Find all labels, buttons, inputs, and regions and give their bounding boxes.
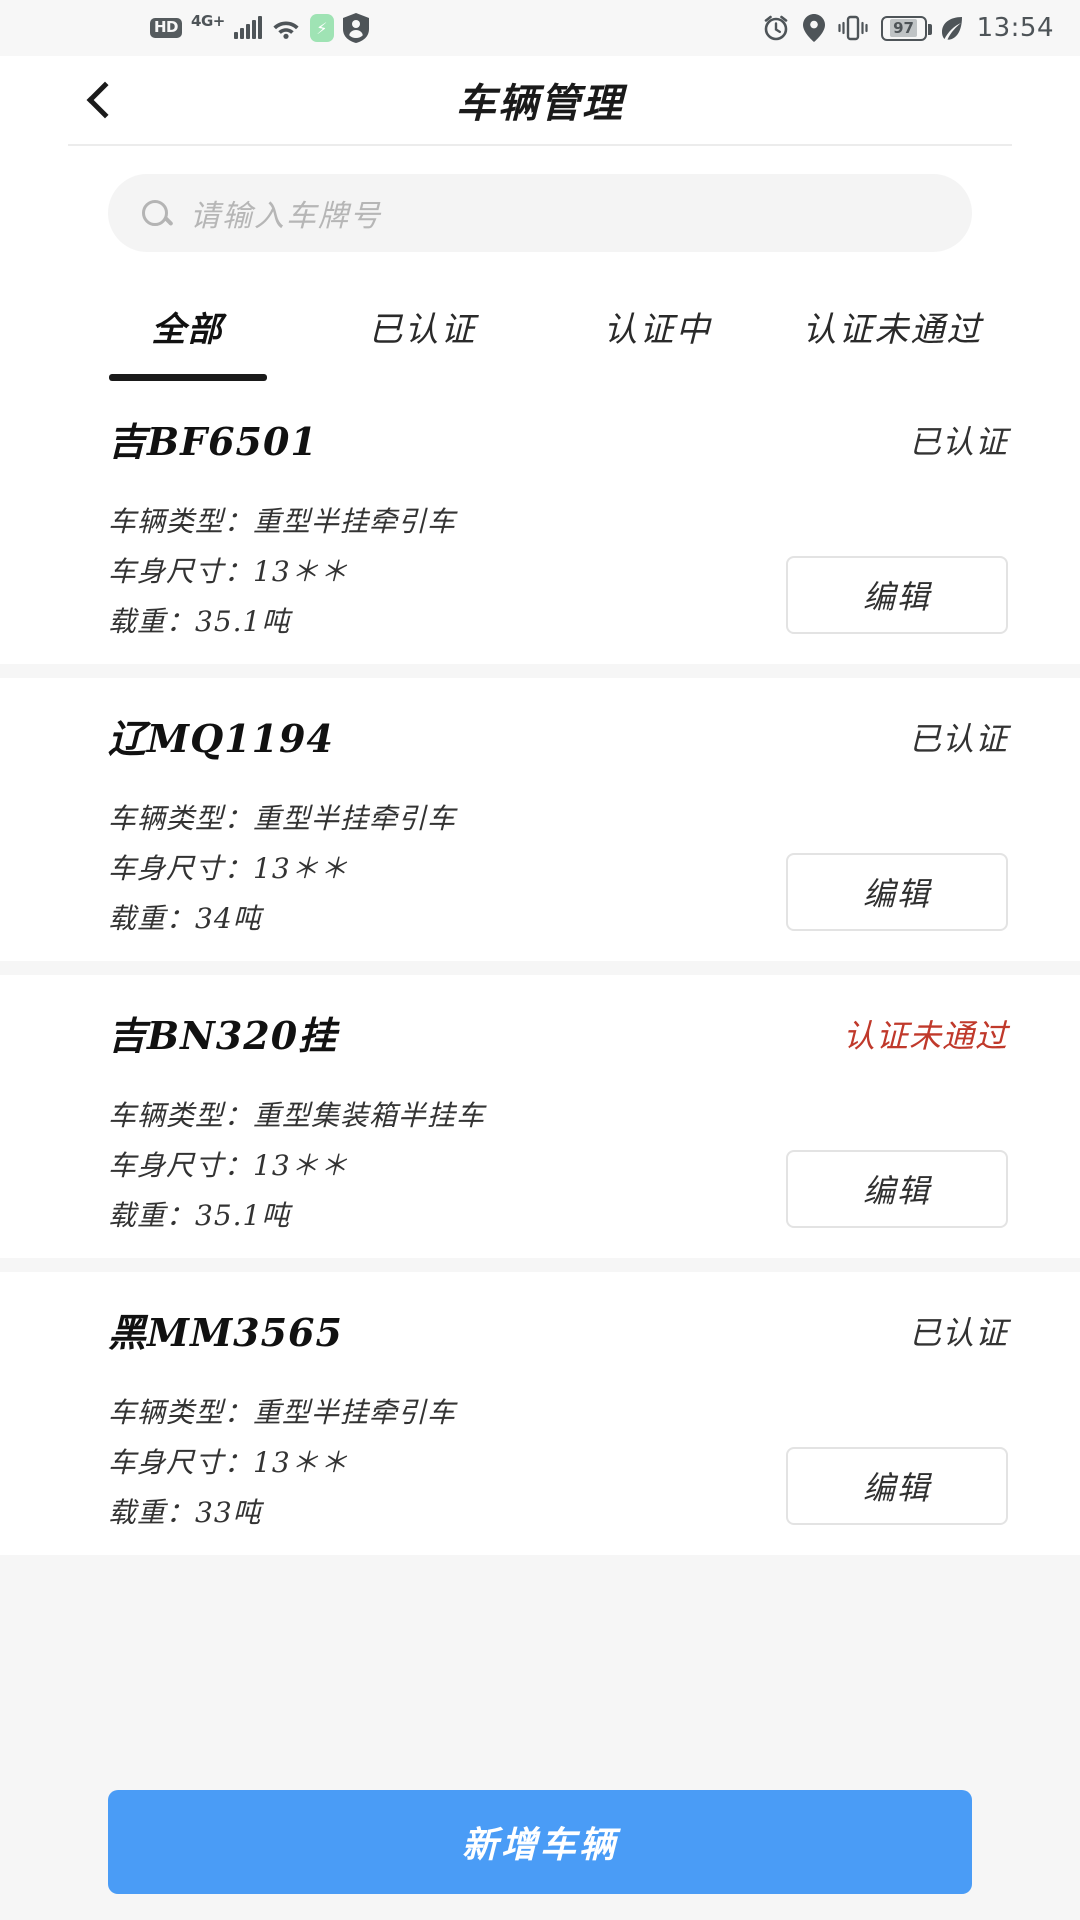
- account-shield-icon: [342, 13, 369, 43]
- vehicle-specs: 车辆类型：重型半挂牵引车 车身尺寸：13＊＊ 载重：35.1吨: [108, 500, 456, 640]
- vehicle-specs: 车辆类型：重型半挂牵引车 车身尺寸：13＊＊ 载重：34吨: [108, 797, 456, 937]
- vehicle-specs: 车辆类型：重型集装箱半挂车 车身尺寸：13＊＊ 载重：35.1吨: [108, 1094, 485, 1234]
- tab-rejected[interactable]: 认证未通过: [775, 302, 1010, 381]
- edit-button[interactable]: 编辑: [786, 1447, 1008, 1525]
- vehicle-card-body: 车辆类型：重型半挂牵引车 车身尺寸：13＊＊ 载重：33吨 编辑: [108, 1391, 1008, 1531]
- vehicle-card-header: 辽MQ1194 已认证: [108, 708, 1008, 763]
- vehicle-type: 车辆类型：重型半挂牵引车: [108, 505, 457, 538]
- edit-button[interactable]: 编辑: [786, 853, 1008, 931]
- vehicle-card[interactable]: 吉BN320挂 认证未通过 车辆类型：重型集装箱半挂车 车身尺寸：13＊＊ 载重…: [0, 975, 1080, 1258]
- vehicle-load: 载重：35.1吨: [108, 1199, 291, 1232]
- vehicle-card-body: 车辆类型：重型集装箱半挂车 车身尺寸：13＊＊ 载重：35.1吨 编辑: [108, 1094, 1008, 1234]
- tab-verifying-label: 认证中: [603, 310, 712, 350]
- search-icon: [142, 200, 168, 226]
- tab-verifying[interactable]: 认证中: [540, 302, 775, 381]
- phone-screen: HD 4G+ ⚡ 97 13:54 车辆管理 请输入车牌号 全部 已认证 认证中…: [0, 0, 1080, 1920]
- battery-icon: 97: [880, 15, 932, 41]
- vehicle-type: 车辆类型：重型半挂牵引车: [108, 1396, 457, 1429]
- vehicle-card-body: 车辆类型：重型半挂牵引车 车身尺寸：13＊＊ 载重：35.1吨 编辑: [108, 500, 1008, 640]
- status-badge: 已认证: [908, 1314, 1008, 1352]
- vehicle-card-header: 吉BN320挂 认证未通过: [108, 1005, 1008, 1060]
- tab-all-label: 全部: [151, 310, 224, 350]
- vehicle-body-size: 车身尺寸：13＊＊: [108, 555, 349, 588]
- add-vehicle-button[interactable]: 新增车辆: [108, 1790, 972, 1894]
- vehicle-card[interactable]: 辽MQ1194 已认证 车辆类型：重型半挂牵引车 车身尺寸：13＊＊ 载重：34…: [0, 678, 1080, 961]
- vehicle-load: 载重：33吨: [108, 1496, 262, 1529]
- vehicle-plate: 吉BN320挂: [108, 1013, 338, 1058]
- tab-active-indicator: [108, 374, 267, 381]
- filter-panel: 请输入车牌号 全部 已认证 认证中 认证未通过: [0, 144, 1080, 381]
- vehicle-card[interactable]: 吉BF6501 已认证 车辆类型：重型半挂牵引车 车身尺寸：13＊＊ 载重：35…: [0, 381, 1080, 664]
- 4g-plus-icon: 4G+: [191, 12, 225, 30]
- status-bar-left: HD 4G+ ⚡: [150, 12, 369, 43]
- status-badge: 已认证: [908, 423, 1008, 461]
- vehicle-list[interactable]: 吉BF6501 已认证 车辆类型：重型半挂牵引车 车身尺寸：13＊＊ 载重：35…: [0, 381, 1080, 1764]
- vehicle-card-header: 吉BF6501 已认证: [108, 411, 1008, 466]
- location-pin-icon: [802, 14, 825, 42]
- status-bar: HD 4G+ ⚡ 97 13:54: [0, 0, 1080, 56]
- status-bar-clock: 13:54: [976, 13, 1054, 43]
- back-chevron-icon: [86, 81, 124, 119]
- charging-shield-icon: ⚡: [309, 14, 334, 42]
- vehicle-plate: 吉BF6501: [108, 419, 318, 464]
- tab-all[interactable]: 全部: [70, 302, 305, 381]
- status-bar-right: 97 13:54: [762, 13, 1054, 43]
- eco-leaf-icon: [940, 15, 964, 41]
- vehicle-type: 车辆类型：重型半挂牵引车: [108, 802, 457, 835]
- bottom-bar: 新增车辆: [0, 1764, 1080, 1920]
- back-button[interactable]: [80, 56, 170, 144]
- vehicle-specs: 车辆类型：重型半挂牵引车 车身尺寸：13＊＊ 载重：33吨: [108, 1391, 456, 1531]
- vehicle-card-body: 车辆类型：重型半挂牵引车 车身尺寸：13＊＊ 载重：34吨 编辑: [108, 797, 1008, 937]
- vehicle-plate: 辽MQ1194: [108, 716, 334, 761]
- vehicle-load: 载重：34吨: [108, 902, 262, 935]
- edit-button[interactable]: 编辑: [786, 556, 1008, 634]
- hd-icon: HD: [150, 18, 183, 38]
- vehicle-plate: 黑MM3565: [108, 1310, 343, 1355]
- signal-bars-icon: [233, 16, 262, 39]
- alarm-clock-icon: [762, 14, 790, 42]
- vehicle-load: 载重：35.1吨: [108, 605, 291, 638]
- tab-verified-label: 已认证: [368, 310, 477, 350]
- nav-bar: 车辆管理: [0, 56, 1080, 144]
- status-badge: 认证未通过: [842, 1017, 1008, 1055]
- vehicle-body-size: 车身尺寸：13＊＊: [108, 1149, 349, 1182]
- vehicle-card[interactable]: 黑MM3565 已认证 车辆类型：重型半挂牵引车 车身尺寸：13＊＊ 载重：33…: [0, 1272, 1080, 1555]
- vehicle-card-header: 黑MM3565 已认证: [108, 1302, 1008, 1357]
- edit-button[interactable]: 编辑: [786, 1150, 1008, 1228]
- search-input[interactable]: 请输入车牌号: [108, 174, 972, 252]
- vehicle-body-size: 车身尺寸：13＊＊: [108, 1446, 349, 1479]
- vibrate-icon: [837, 14, 868, 42]
- tab-verified[interactable]: 已认证: [305, 302, 540, 381]
- wifi-icon: [271, 16, 301, 40]
- tab-rejected-label: 认证未通过: [802, 310, 983, 350]
- vehicle-type: 车辆类型：重型集装箱半挂车: [108, 1099, 486, 1132]
- search-placeholder: 请输入车牌号: [190, 199, 382, 234]
- search-section: 请输入车牌号: [0, 146, 1080, 252]
- status-tabs: 全部 已认证 认证中 认证未通过: [0, 252, 1080, 381]
- status-badge: 已认证: [908, 720, 1008, 758]
- vehicle-body-size: 车身尺寸：13＊＊: [108, 852, 349, 885]
